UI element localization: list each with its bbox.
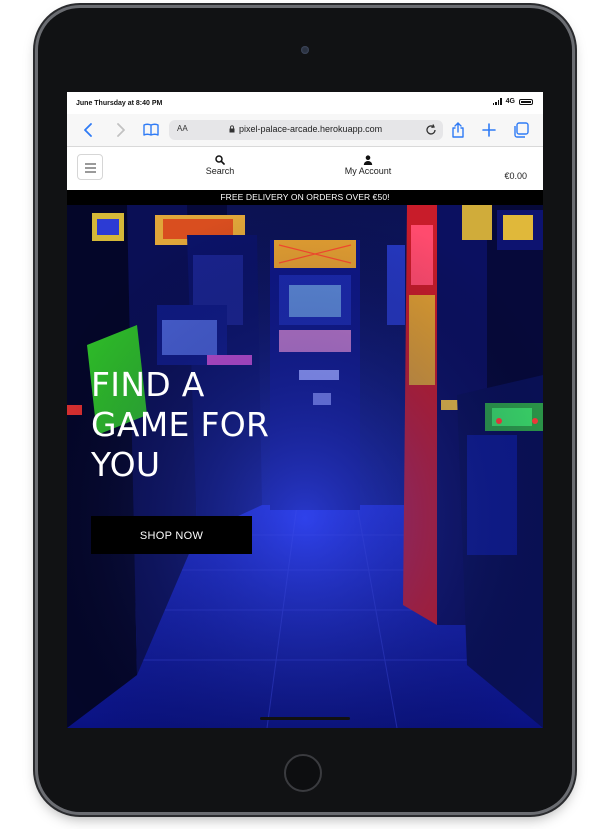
search-icon bbox=[215, 155, 225, 165]
account-label: My Account bbox=[344, 166, 392, 176]
search-label: Search bbox=[205, 166, 235, 176]
hero-title: FIND A GAME FOR YOU bbox=[91, 365, 270, 484]
address-bar[interactable]: AA pixel-palace-arcade.herokuapp.com bbox=[169, 120, 443, 140]
status-bar: June Thursday at 8:40 PM 4G bbox=[67, 92, 543, 114]
share-icon[interactable] bbox=[449, 121, 467, 139]
new-tab-icon[interactable] bbox=[480, 121, 498, 139]
home-button[interactable] bbox=[284, 754, 322, 792]
delivery-banner: FREE DELIVERY ON ORDERS OVER €50! bbox=[67, 190, 543, 205]
forward-icon[interactable] bbox=[111, 121, 129, 139]
menu-toggle-button[interactable] bbox=[77, 154, 103, 180]
url-text: pixel-palace-arcade.herokuapp.com bbox=[239, 124, 383, 134]
site-header: Search My Account €0.00 bbox=[67, 147, 543, 190]
home-indicator-bar bbox=[260, 717, 350, 720]
signal-icon bbox=[492, 98, 502, 105]
search-button[interactable]: Search bbox=[203, 155, 237, 176]
front-camera bbox=[301, 46, 309, 54]
status-time: June Thursday at 8:40 PM bbox=[76, 100, 163, 107]
cart-total[interactable]: €0.00 bbox=[504, 171, 527, 181]
hero-banner: FIND A GAME FOR YOU SHOP NOW bbox=[67, 205, 543, 728]
user-icon bbox=[363, 155, 373, 165]
network-label: 4G bbox=[505, 98, 515, 105]
screen: June Thursday at 8:40 PM 4G AA pixel-pal… bbox=[67, 92, 543, 728]
bookmarks-icon[interactable] bbox=[142, 121, 160, 139]
text-size-button[interactable]: AA bbox=[177, 124, 188, 133]
lock-icon bbox=[229, 125, 235, 133]
status-indicators: 4G bbox=[492, 98, 533, 105]
browser-toolbar: AA pixel-palace-arcade.herokuapp.com bbox=[67, 114, 543, 147]
reload-icon[interactable] bbox=[424, 122, 438, 140]
battery-icon bbox=[519, 98, 533, 105]
tabs-icon[interactable] bbox=[512, 121, 530, 139]
account-button[interactable]: My Account bbox=[337, 155, 399, 176]
shop-now-button[interactable]: SHOP NOW bbox=[91, 516, 252, 554]
back-icon[interactable] bbox=[80, 121, 98, 139]
